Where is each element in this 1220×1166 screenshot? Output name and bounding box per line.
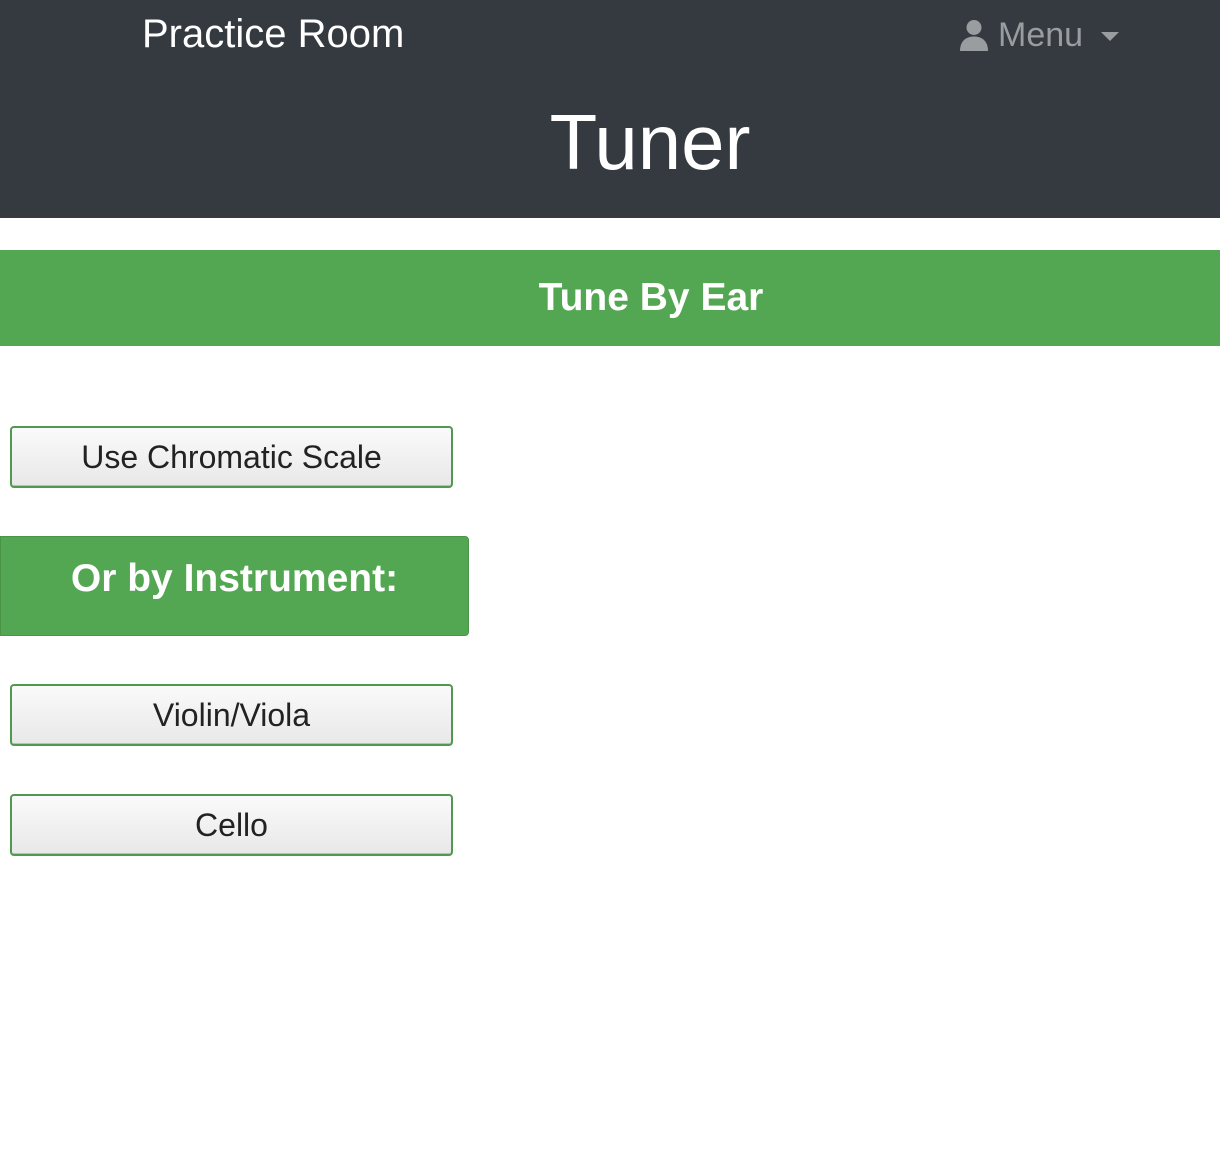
menu-dropdown-toggle[interactable]: Menu [958,12,1120,58]
chevron-down-icon [1101,31,1120,41]
top-navbar: Practice Room Menu Tuner [0,0,1220,218]
cello-button[interactable]: Cello [10,794,453,856]
tune-by-ear-banner: Tune By Ear [0,250,1220,346]
instrument-heading: Or by Instrument: [70,557,399,600]
instrument-section-header: Or by Instrument: [0,536,469,636]
page: Practice Room Menu Tuner Tune By Ear Use… [0,0,1220,1166]
page-title: Tuner [549,98,751,186]
menu-label: Menu [998,15,1084,54]
user-icon [958,19,990,51]
chromatic-scale-button[interactable]: Use Chromatic Scale [10,426,453,488]
brand-link[interactable]: Practice Room [142,10,404,58]
tune-by-ear-heading: Tune By Ear [538,276,764,319]
violin-viola-button[interactable]: Violin/Viola [10,684,453,746]
